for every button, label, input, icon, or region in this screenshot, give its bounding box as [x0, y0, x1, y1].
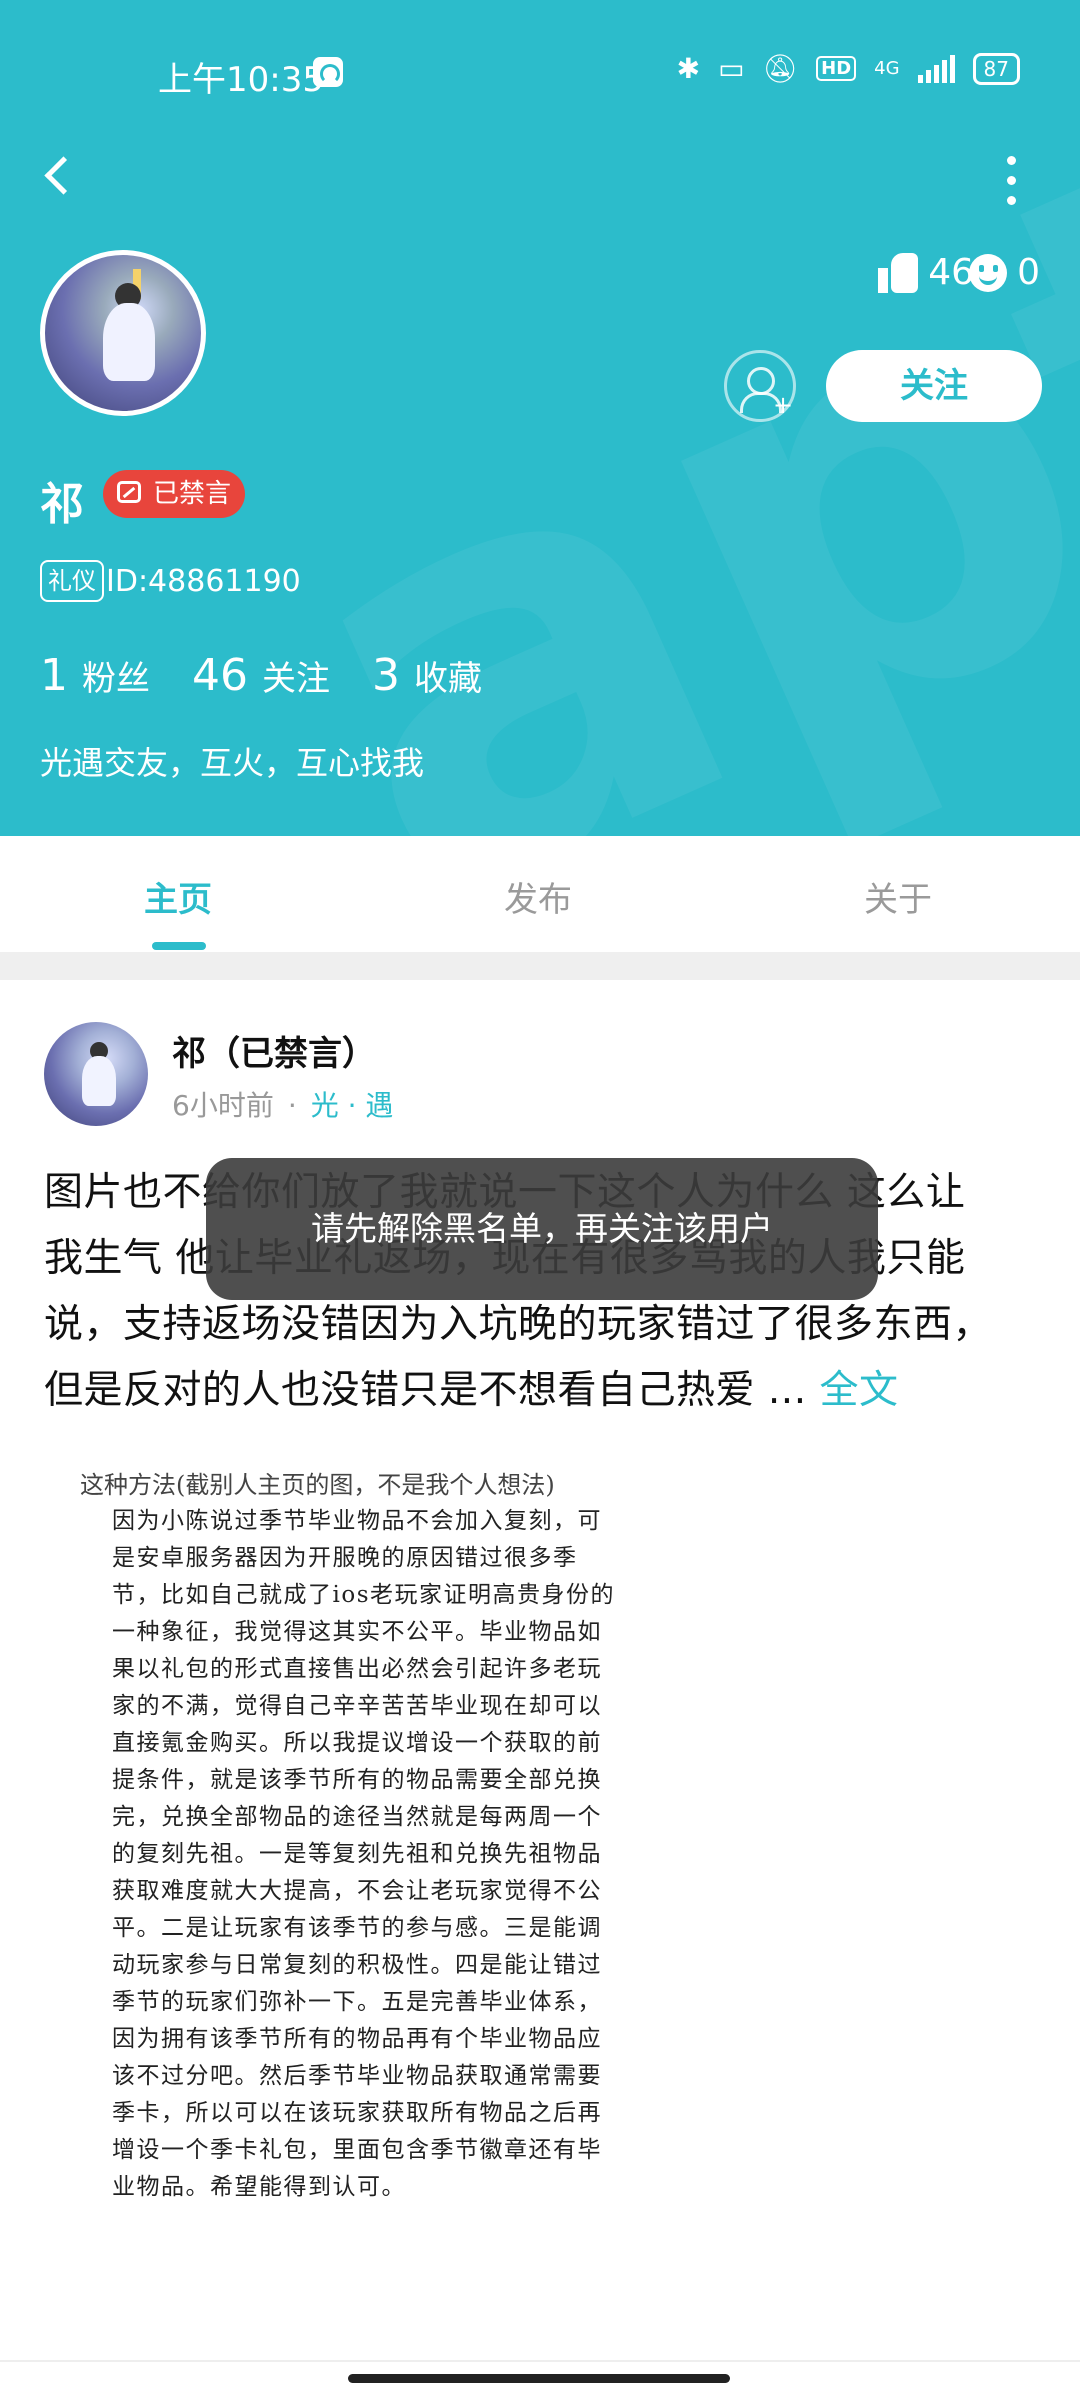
post-body-line: 说，支持返场没错因为入坑晚的玩家错过了很多东西， — [44, 1302, 993, 1347]
section-divider — [0, 952, 1080, 980]
image-text-line: 节，比如自己就成了ios老玩家证明高贵身份的 — [112, 1582, 616, 1608]
followers-label[interactable]: 粉丝 — [82, 651, 150, 700]
user-id: ID:48861190 — [106, 563, 301, 599]
post-author-name[interactable]: 祁（已禁言） — [172, 1026, 376, 1075]
add-friend-button[interactable]: + — [724, 350, 796, 422]
profile-stats: 1 粉丝 46 关注 3 收藏 — [40, 650, 524, 701]
likes-count: 46 — [928, 252, 974, 293]
add-user-icon — [747, 367, 775, 395]
followers-count[interactable]: 1 — [40, 650, 68, 701]
image-text-line: 完，兑换全部物品的途径当然就是每两周一个 — [112, 1804, 602, 1830]
bluetooth-icon: ✱ — [676, 52, 701, 85]
post-time: 6小时前 — [172, 1089, 274, 1122]
hd-icon: HD — [816, 56, 857, 81]
image-text-line: 因为小陈说过季节毕业物品不会加入复刻，可 — [112, 1508, 602, 1534]
vibrate-icon: ▭ — [718, 52, 745, 85]
image-text-line: 平。二是让玩家有该季节的参与感。三是能调 — [112, 1915, 602, 1941]
bottom-divider — [0, 2360, 1080, 2362]
home-indicator[interactable] — [348, 2374, 730, 2383]
image-text-line: 直接氪金购买。所以我提议增设一个获取的前 — [112, 1730, 602, 1756]
post-meta: 6小时前 · 光 · 遇 — [172, 1084, 393, 1124]
profile-name: 祁 — [40, 479, 84, 530]
image-text-line: 动玩家参与日常复刻的积极性。四是能让错过 — [112, 1952, 602, 1978]
app-notification-icon — [313, 57, 343, 87]
image-text-line: 该不过分吧。然后季节毕业物品获取通常需要 — [112, 2063, 602, 2089]
thumbs-up-icon — [878, 252, 919, 293]
status-bar: 上午10:35 ✱ ▭ 🔕︎ HD 4G 87 — [0, 0, 1080, 150]
image-text-line: 季卡，所以可以在该玩家获取所有物品之后再 — [112, 2100, 602, 2126]
id-row: 礼仪 ID:48861190 — [40, 560, 301, 602]
mute-icon: 🔕︎ — [762, 52, 799, 85]
image-text-line: 增设一个季卡礼包，里面包含季节徽章还有毕 — [112, 2137, 602, 2163]
signal-icon — [917, 54, 955, 83]
tab-posts[interactable]: 发布 — [504, 872, 572, 921]
image-text-line: 因为拥有该季节所有的物品再有个毕业物品应 — [112, 2026, 602, 2052]
profile-avatar[interactable] — [40, 250, 206, 416]
post-body-line: 但是反对的人也没错只是不想看自己热爱 ... 全文 — [44, 1368, 899, 1413]
status-time: 上午10:35 — [158, 60, 324, 100]
muted-badge: 已禁言 — [103, 470, 246, 518]
reactions-stat: 0 — [969, 252, 1040, 293]
post-image[interactable]: 这种方法(截别人主页的图，不是我个人想法) 因为小陈说过季节毕业物品不会加入复刻… — [60, 1455, 670, 2215]
muted-chat-icon — [117, 481, 141, 503]
following-count[interactable]: 46 — [192, 650, 248, 701]
toast-message: 请先解除黑名单，再关注该用户 — [206, 1158, 878, 1300]
follow-button[interactable]: 关注 — [826, 350, 1042, 422]
image-text-line: 的复刻先祖。一是等复刻先祖和兑换先祖物品 — [112, 1841, 602, 1867]
meta-separator: · — [287, 1089, 297, 1122]
system-icons: ✱ ▭ 🔕︎ HD 4G 87 — [677, 52, 1020, 85]
reactions-count: 0 — [1017, 252, 1040, 293]
image-title-text: 这种方法(截别人主页的图，不是我个人想法) — [80, 1471, 555, 1499]
profile-header: aptap 上午10:35 ✱ ▭ 🔕︎ HD 4G 87 46 0 + 关注 … — [0, 0, 1080, 836]
post-topic-link[interactable]: 光 · 遇 — [311, 1089, 394, 1122]
profile-tabs: 主页 发布 关于 — [0, 836, 1080, 952]
network-label: 4G — [874, 58, 900, 79]
image-text-line: 是安卓服务器因为开服晚的原因错过很多季 — [112, 1545, 578, 1571]
image-text-line: 业物品。希望能得到认可。 — [112, 2174, 406, 2200]
following-label[interactable]: 关注 — [262, 651, 330, 700]
image-text-line: 果以礼包的形式直接售出必然会引起许多老玩 — [112, 1656, 602, 1682]
image-text-line: 家的不满，觉得自己辛辛苦苦毕业现在却可以 — [112, 1693, 602, 1719]
smile-icon — [969, 253, 1008, 292]
profile-bio: 光遇交友，互火，互心找我 — [40, 744, 425, 782]
image-text-line: 提条件，就是该季节所有的物品需要全部兑换 — [112, 1767, 602, 1793]
image-text-line: 一种象征，我觉得这其实不公平。毕业物品如 — [112, 1619, 602, 1645]
tab-about[interactable]: 关于 — [864, 872, 932, 921]
favorites-count[interactable]: 3 — [372, 650, 400, 701]
muted-badge-label: 已禁言 — [153, 479, 232, 509]
back-button[interactable] — [40, 150, 84, 202]
favorites-label[interactable]: 收藏 — [414, 651, 482, 700]
tab-home[interactable]: 主页 — [144, 872, 212, 921]
active-tab-indicator — [152, 942, 206, 950]
battery-icon: 87 — [972, 52, 1020, 85]
read-more-link[interactable]: 全文 — [820, 1368, 899, 1413]
post-author-avatar[interactable] — [44, 1022, 148, 1126]
image-text-line: 获取难度就大大提高，不会让老玩家觉得不公 — [112, 1878, 602, 1904]
likes-stat: 46 — [878, 252, 974, 293]
image-text-line: 季节的玩家们弥补一下。五是完善毕业体系， — [112, 1989, 602, 2015]
role-tag: 礼仪 — [40, 560, 104, 602]
more-options-button[interactable] — [996, 150, 1026, 210]
